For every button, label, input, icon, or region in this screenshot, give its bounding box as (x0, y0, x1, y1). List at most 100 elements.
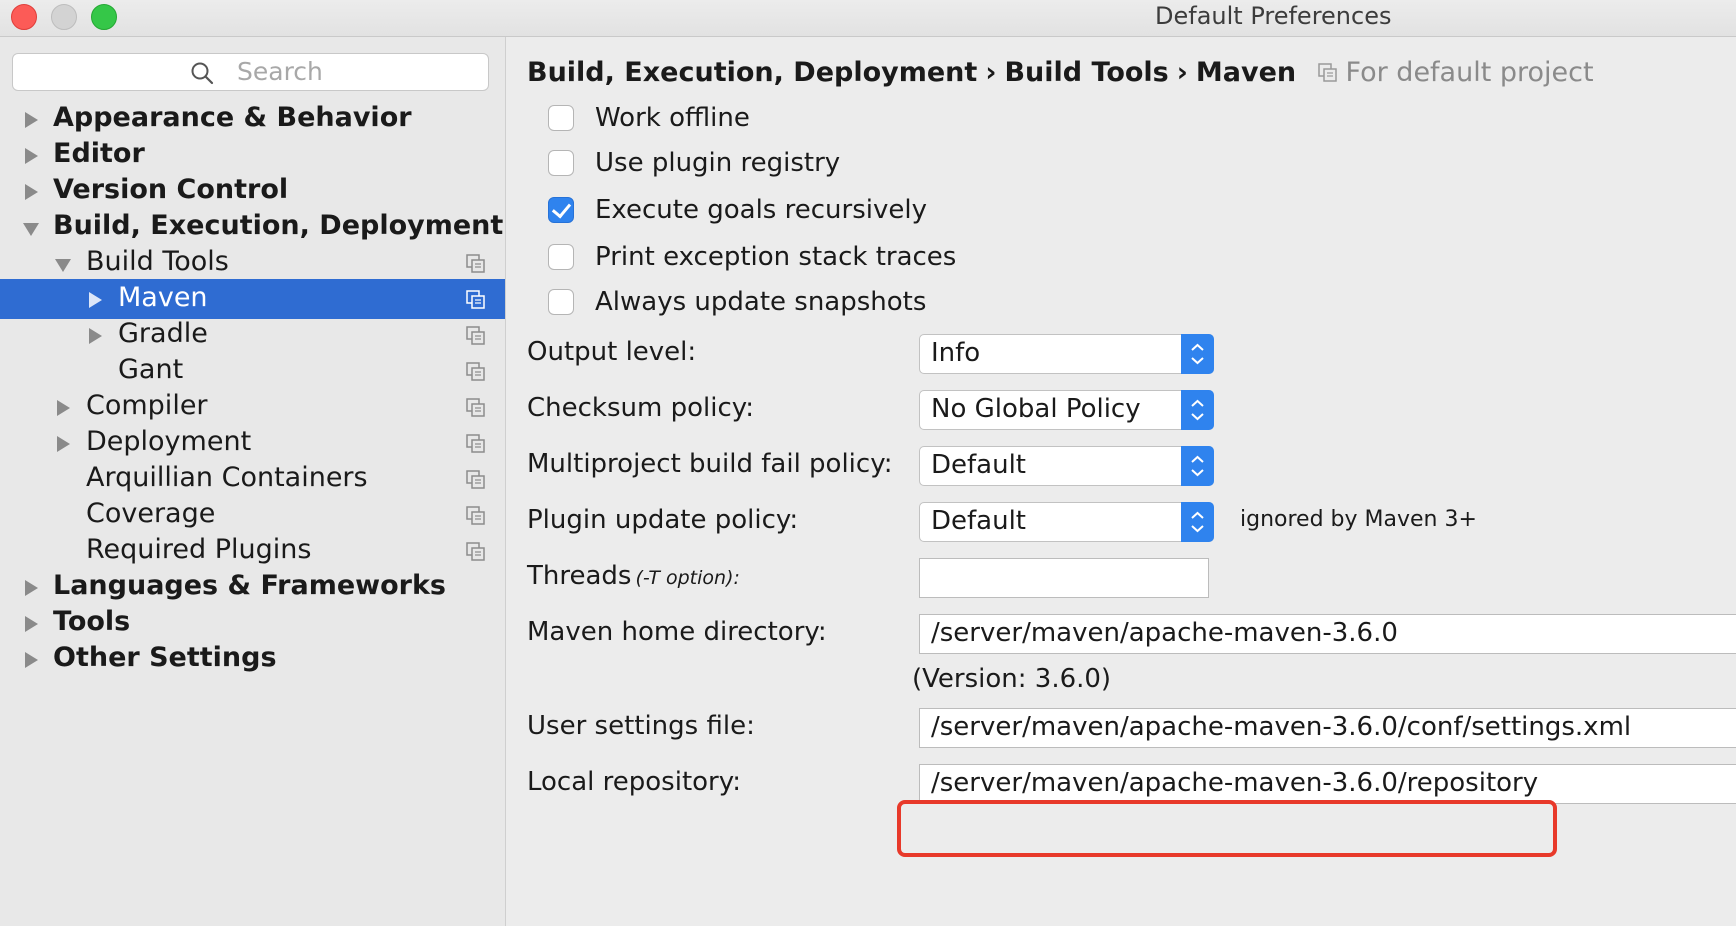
sidebar-item-other-settings[interactable]: Other Settings (0, 639, 505, 679)
use-plugin-registry-checkbox[interactable] (548, 150, 574, 176)
sidebar-item-label: Appearance & Behavior (53, 102, 412, 133)
search-placeholder: Search (237, 57, 323, 86)
breadcrumb-item: Maven (1195, 57, 1297, 88)
highlight-annotation (897, 800, 1557, 857)
sidebar-item-deployment[interactable]: Deployment (0, 423, 505, 463)
execute-goals-recursively-checkbox[interactable] (548, 197, 574, 223)
always-update-snapshots-label: Always update snapshots (595, 287, 927, 317)
output-level-label: Output level: (527, 337, 697, 367)
expand-arrow-icon[interactable] (89, 328, 102, 344)
sidebar-item-gant[interactable]: Gant (0, 351, 505, 391)
output-level-select[interactable]: Info (919, 334, 1214, 374)
sidebar-item-label: Editor (53, 138, 145, 169)
sidebar-item-required-plugins[interactable]: Required Plugins (0, 531, 505, 571)
dropdown-stepper[interactable] (1181, 390, 1214, 430)
threads-label: Threads (-T option): (527, 561, 740, 591)
maven-home-directory-value: /server/maven/apache-maven-3.6.0 (931, 618, 1398, 648)
maven-settings-panel: Build, Execution, Deployment › Build Tools… (506, 37, 1736, 926)
print-exception-stack-traces-checkbox[interactable] (548, 244, 574, 270)
sidebar-item-label: Languages & Frameworks (53, 570, 447, 601)
project-settings-icon (466, 470, 485, 489)
scope-label: For default project (1345, 57, 1594, 88)
project-settings-icon (466, 398, 485, 417)
expand-arrow-icon[interactable] (25, 616, 38, 632)
sidebar-item-editor[interactable]: Editor (0, 135, 505, 175)
breadcrumb-separator: › (985, 57, 997, 88)
local-repository-input[interactable]: /server/maven/apache-maven-3.6.0/reposit… (919, 764, 1736, 804)
plugin-update-policy-value: Default (931, 506, 1026, 536)
plugin-update-policy-label: Plugin update policy: (527, 505, 799, 535)
sidebar-item-appearance-behavior[interactable]: Appearance & Behavior (0, 99, 505, 139)
sidebar-item-label: Coverage (86, 498, 216, 529)
maven-home-directory-input[interactable]: /server/maven/apache-maven-3.6.0 (919, 614, 1736, 654)
zoom-window-button[interactable] (91, 4, 117, 30)
threads-hint: (-T option): (635, 567, 740, 589)
sidebar-item-maven[interactable]: Maven (0, 279, 505, 319)
plugin-update-policy-note: ignored by Maven 3+ (1240, 507, 1477, 532)
expand-arrow-icon[interactable] (25, 652, 38, 668)
sidebar-item-languages-frameworks[interactable]: Languages & Frameworks (0, 567, 505, 607)
threads-input[interactable] (919, 558, 1209, 598)
sidebar-item-coverage[interactable]: Coverage (0, 495, 505, 535)
maven-home-directory-label: Maven home directory: (527, 617, 827, 647)
sidebar-item-label: Other Settings (53, 642, 277, 673)
user-settings-file-input[interactable]: /server/maven/apache-maven-3.6.0/conf/se… (919, 708, 1736, 748)
local-repository-label: Local repository: (527, 767, 741, 797)
local-repository-value: /server/maven/apache-maven-3.6.0/reposit… (931, 768, 1539, 798)
plugin-update-policy-select[interactable]: Default (919, 502, 1214, 542)
project-settings-icon (466, 362, 485, 381)
sidebar-item-label: Arquillian Containers (86, 462, 368, 493)
sidebar-item-label: Compiler (86, 390, 208, 421)
dropdown-stepper[interactable] (1181, 502, 1214, 542)
always-update-snapshots-checkbox[interactable] (548, 289, 574, 315)
breadcrumb: Build, Execution, Deployment › Build Tools… (527, 57, 1594, 88)
dropdown-stepper[interactable] (1181, 334, 1214, 374)
minimize-window-button[interactable] (51, 4, 77, 30)
user-settings-file-value: /server/maven/apache-maven-3.6.0/conf/se… (931, 712, 1632, 742)
project-settings-icon (466, 290, 485, 309)
expand-arrow-icon[interactable] (25, 112, 38, 128)
sidebar-item-build-execution-deployment[interactable]: Build, Execution, Deployment (0, 207, 505, 247)
print-exception-stack-traces-label: Print exception stack traces (595, 242, 957, 272)
dropdown-stepper[interactable] (1181, 446, 1214, 486)
sidebar-item-label: Build, Execution, Deployment (53, 210, 504, 241)
search-icon (191, 62, 214, 85)
project-settings-icon (466, 254, 485, 273)
execute-goals-recursively-label: Execute goals recursively (595, 195, 927, 225)
sidebar-item-build-tools[interactable]: Build Tools (0, 243, 505, 283)
sidebar-item-tools[interactable]: Tools (0, 603, 505, 643)
threads-label-text: Threads (527, 561, 632, 591)
expand-arrow-icon[interactable] (25, 148, 38, 164)
window-title-bar: Default Preferences (0, 0, 1736, 37)
breadcrumb-item: Build Tools (1004, 57, 1169, 88)
collapse-arrow-icon[interactable] (23, 223, 39, 236)
collapse-arrow-icon[interactable] (55, 259, 71, 272)
work-offline-label: Work offline (595, 103, 750, 133)
sidebar-item-version-control[interactable]: Version Control (0, 171, 505, 211)
multiproject-build-fail-policy-select[interactable]: Default (919, 446, 1214, 486)
sidebar-item-label: Required Plugins (86, 534, 312, 565)
search-input[interactable]: Search (12, 53, 489, 91)
sidebar-item-label: Gradle (118, 318, 208, 349)
expand-arrow-icon[interactable] (89, 292, 102, 308)
expand-arrow-icon[interactable] (57, 400, 70, 416)
checksum-policy-select[interactable]: No Global Policy (919, 390, 1214, 430)
project-settings-icon (1317, 63, 1337, 82)
sidebar-item-compiler[interactable]: Compiler (0, 387, 505, 427)
expand-arrow-icon[interactable] (25, 580, 38, 596)
sidebar-item-label: Gant (118, 354, 184, 385)
sidebar-item-gradle[interactable]: Gradle (0, 315, 505, 355)
expand-arrow-icon[interactable] (25, 184, 38, 200)
maven-version-note: (Version: 3.6.0) (912, 664, 1112, 694)
multiproject-build-fail-policy-label: Multiproject build fail policy: (527, 449, 893, 479)
project-settings-icon (466, 326, 485, 345)
chevron-up-down-icon (1191, 343, 1204, 365)
sidebar-item-label: Tools (53, 606, 131, 637)
expand-arrow-icon[interactable] (57, 436, 70, 452)
sidebar-item-label: Build Tools (86, 246, 229, 277)
work-offline-checkbox[interactable] (548, 105, 574, 131)
multiproject-build-fail-policy-value: Default (931, 450, 1026, 480)
close-window-button[interactable] (11, 4, 37, 30)
sidebar-item-arquillian-containers[interactable]: Arquillian Containers (0, 459, 505, 499)
checksum-policy-label: Checksum policy: (527, 393, 755, 423)
